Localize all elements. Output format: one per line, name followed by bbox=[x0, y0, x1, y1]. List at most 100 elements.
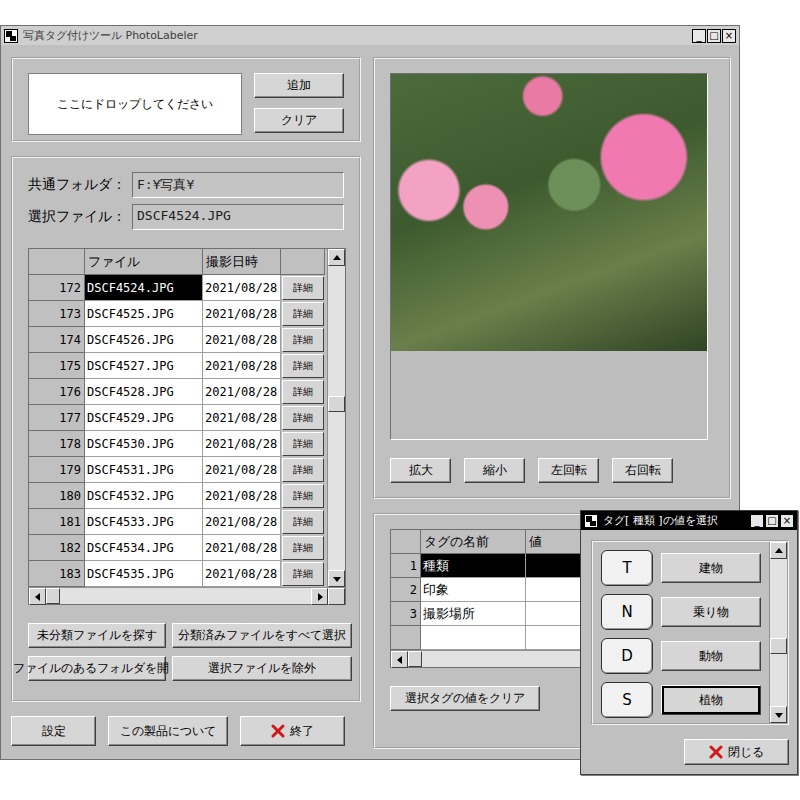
option-button[interactable]: 建物 bbox=[661, 553, 761, 583]
window-control-button[interactable]: × bbox=[722, 29, 736, 43]
header-cell[interactable] bbox=[29, 249, 85, 275]
scroll-track[interactable] bbox=[328, 266, 345, 570]
date-cell[interactable]: 2021/08/28 bbox=[203, 379, 281, 405]
scroll-up-button[interactable] bbox=[770, 542, 787, 559]
detail-button[interactable]: 詳細 bbox=[282, 380, 324, 404]
window-control-button[interactable]: □ bbox=[707, 29, 721, 43]
date-cell[interactable]: 2021/08/28 bbox=[203, 327, 281, 353]
vertical-scrollbar[interactable] bbox=[327, 249, 345, 587]
date-cell[interactable]: 2021/08/28 bbox=[203, 535, 281, 561]
vertical-scrollbar[interactable] bbox=[769, 542, 787, 723]
dialog-title-bar[interactable]: タグ[ 種類 ]の値を選択_□× bbox=[581, 511, 797, 530]
table-row[interactable]: 177DSCF4529.JPG2021/08/28詳細 bbox=[29, 405, 327, 431]
viewer-button[interactable]: 縮小 bbox=[464, 458, 525, 483]
tag-name-cell[interactable]: 印象 bbox=[421, 578, 526, 602]
detail-button[interactable]: 詳細 bbox=[282, 354, 324, 378]
table-row[interactable]: 178DSCF4530.JPG2021/08/28詳細 bbox=[29, 431, 327, 457]
table-row[interactable]: 183DSCF4535.JPG2021/08/28詳細 bbox=[29, 561, 327, 587]
file-cell[interactable]: DSCF4529.JPG bbox=[85, 405, 203, 431]
header-cell[interactable]: 撮影日時 bbox=[203, 249, 281, 275]
footer-button[interactable]: 終了 bbox=[240, 716, 345, 746]
title-bar[interactable]: 写真タグ付けツール PhotoLabeler_□× bbox=[1, 26, 739, 45]
horizontal-scrollbar[interactable] bbox=[29, 587, 345, 604]
scroll-thumb[interactable] bbox=[770, 638, 787, 654]
drop-button[interactable]: クリア bbox=[254, 108, 344, 133]
detail-button[interactable]: 詳細 bbox=[282, 458, 324, 482]
footer-button[interactable]: この製品について bbox=[108, 716, 228, 746]
clear-tag-button[interactable]: 選択タグの値をクリア bbox=[390, 686, 540, 711]
detail-button[interactable]: 詳細 bbox=[282, 328, 324, 352]
key-button[interactable]: D bbox=[601, 638, 653, 674]
drop-button[interactable]: 追加 bbox=[254, 73, 344, 98]
date-cell[interactable]: 2021/08/28 bbox=[203, 509, 281, 535]
key-button[interactable]: T bbox=[601, 550, 653, 586]
date-cell[interactable]: 2021/08/28 bbox=[203, 353, 281, 379]
tag-name-cell[interactable]: 撮影場所 bbox=[421, 602, 526, 626]
action-button[interactable]: 分類済みファイルをすべて選択 bbox=[172, 623, 352, 648]
scroll-track[interactable] bbox=[46, 588, 311, 604]
tag-name-cell[interactable]: 種類 bbox=[421, 554, 526, 578]
detail-button[interactable]: 詳細 bbox=[282, 536, 324, 560]
date-cell[interactable]: 2021/08/28 bbox=[203, 457, 281, 483]
scroll-left-button[interactable] bbox=[29, 588, 46, 605]
file-cell[interactable]: DSCF4525.JPG bbox=[85, 301, 203, 327]
footer-button[interactable]: 設定 bbox=[11, 716, 96, 746]
detail-button[interactable]: 詳細 bbox=[282, 510, 324, 534]
key-button[interactable]: S bbox=[601, 682, 653, 718]
viewer-button[interactable]: 右回転 bbox=[612, 458, 673, 483]
viewer-button[interactable]: 拡大 bbox=[390, 458, 451, 483]
file-cell[interactable]: DSCF4526.JPG bbox=[85, 327, 203, 353]
detail-button[interactable]: 詳細 bbox=[282, 276, 324, 300]
file-cell[interactable]: DSCF4528.JPG bbox=[85, 379, 203, 405]
option-button[interactable]: 植物 bbox=[661, 685, 761, 715]
scroll-thumb[interactable] bbox=[46, 588, 60, 604]
file-cell[interactable]: DSCF4531.JPG bbox=[85, 457, 203, 483]
scroll-down-button[interactable] bbox=[328, 570, 345, 587]
table-row[interactable]: 180DSCF4532.JPG2021/08/28詳細 bbox=[29, 483, 327, 509]
header-cell[interactable]: ファイル bbox=[85, 249, 203, 275]
scroll-right-button[interactable] bbox=[311, 588, 328, 605]
option-button[interactable]: 乗り物 bbox=[661, 597, 761, 627]
header-cell[interactable] bbox=[391, 530, 421, 554]
action-button[interactable]: 選択ファイルを除外 bbox=[172, 656, 352, 681]
viewer-button[interactable]: 左回転 bbox=[538, 458, 599, 483]
date-cell[interactable]: 2021/08/28 bbox=[203, 275, 281, 301]
close-button[interactable]: 閉じる bbox=[684, 739, 789, 765]
scroll-up-button[interactable] bbox=[328, 249, 345, 266]
file-cell[interactable]: DSCF4530.JPG bbox=[85, 431, 203, 457]
table-row[interactable]: 176DSCF4528.JPG2021/08/28詳細 bbox=[29, 379, 327, 405]
file-cell[interactable]: DSCF4534.JPG bbox=[85, 535, 203, 561]
window-control-button[interactable]: × bbox=[780, 514, 794, 528]
detail-button[interactable]: 詳細 bbox=[282, 302, 324, 326]
file-cell[interactable]: DSCF4532.JPG bbox=[85, 483, 203, 509]
table-row[interactable]: 173DSCF4525.JPG2021/08/28詳細 bbox=[29, 301, 327, 327]
window-control-button[interactable]: □ bbox=[765, 514, 779, 528]
scroll-left-button[interactable] bbox=[391, 651, 408, 668]
date-cell[interactable]: 2021/08/28 bbox=[203, 301, 281, 327]
table-row[interactable]: 179DSCF4531.JPG2021/08/28詳細 bbox=[29, 457, 327, 483]
file-cell[interactable]: DSCF4535.JPG bbox=[85, 561, 203, 587]
date-cell[interactable]: 2021/08/28 bbox=[203, 431, 281, 457]
table-row[interactable]: 182DSCF4534.JPG2021/08/28詳細 bbox=[29, 535, 327, 561]
file-cell[interactable]: DSCF4533.JPG bbox=[85, 509, 203, 535]
action-button[interactable]: 未分類ファイルを探す bbox=[28, 623, 166, 648]
window-control-button[interactable]: _ bbox=[692, 29, 706, 43]
key-button[interactable]: N bbox=[601, 594, 653, 630]
tag-name-cell[interactable] bbox=[421, 626, 526, 650]
date-cell[interactable]: 2021/08/28 bbox=[203, 561, 281, 587]
file-cell[interactable]: DSCF4527.JPG bbox=[85, 353, 203, 379]
table-row[interactable]: 172DSCF4524.JPG2021/08/28詳細 bbox=[29, 275, 327, 301]
table-row[interactable]: 174DSCF4526.JPG2021/08/28詳細 bbox=[29, 327, 327, 353]
detail-button[interactable]: 詳細 bbox=[282, 406, 324, 430]
file-cell[interactable]: DSCF4524.JPG bbox=[85, 275, 203, 301]
detail-button[interactable]: 詳細 bbox=[282, 432, 324, 456]
scroll-down-button[interactable] bbox=[770, 706, 787, 723]
scroll-track[interactable] bbox=[770, 559, 787, 706]
detail-button[interactable]: 詳細 bbox=[282, 562, 324, 586]
action-button[interactable]: ファイルのあるフォルダを開く bbox=[28, 656, 166, 681]
date-cell[interactable]: 2021/08/28 bbox=[203, 483, 281, 509]
drop-area[interactable]: ここにドロップしてください bbox=[28, 73, 242, 135]
table-row[interactable]: 181DSCF4533.JPG2021/08/28詳細 bbox=[29, 509, 327, 535]
scroll-thumb[interactable] bbox=[408, 651, 422, 667]
scroll-thumb[interactable] bbox=[328, 396, 345, 412]
